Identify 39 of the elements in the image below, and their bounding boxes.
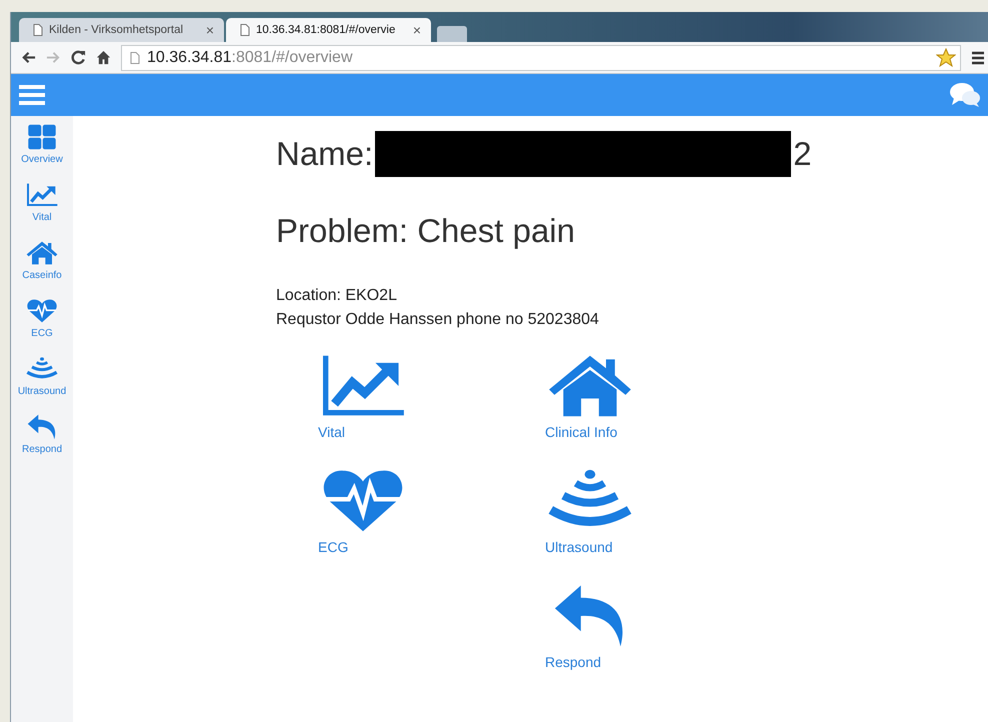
sidebar-item[interactable]: Respond bbox=[11, 414, 73, 464]
forward-arrow-icon[interactable] bbox=[46, 50, 61, 65]
page-icon bbox=[240, 24, 250, 36]
requestor-text: Requstor Odde Hanssen phone no 52023804 bbox=[276, 310, 600, 330]
menu-icon[interactable] bbox=[971, 50, 985, 64]
close-icon[interactable]: × bbox=[206, 22, 214, 38]
home-icon[interactable] bbox=[96, 50, 111, 65]
grid-icon bbox=[26, 124, 58, 150]
location-text: Location: EKO2L bbox=[276, 286, 398, 306]
heart-pulse-icon bbox=[26, 298, 58, 324]
reload-icon[interactable] bbox=[71, 50, 86, 65]
chat-bubbles-icon[interactable] bbox=[949, 82, 981, 108]
browser-tab[interactable]: Kilden - Virksomhetsportal × bbox=[19, 18, 224, 42]
name-label: Name: bbox=[276, 135, 374, 173]
sidebar-item[interactable]: ECG bbox=[11, 298, 73, 348]
tile-link[interactable]: ECG bbox=[318, 469, 408, 584]
sidebar-item[interactable]: Ultrasound bbox=[11, 356, 73, 406]
name-text: 2 bbox=[793, 135, 812, 173]
sidebar-item[interactable]: Vital bbox=[11, 182, 73, 232]
browser-tab[interactable]: 10.36.34.81:8081/#/overvie × bbox=[226, 18, 431, 42]
reply-arrow-icon bbox=[26, 414, 58, 440]
page-icon bbox=[130, 52, 140, 64]
problem-heading: Problem: Chest pain bbox=[276, 212, 576, 250]
page-icon bbox=[33, 24, 43, 36]
house-icon bbox=[26, 240, 58, 266]
back-arrow-icon[interactable] bbox=[21, 50, 36, 65]
sidebar-item[interactable]: Overview bbox=[11, 124, 73, 174]
close-icon[interactable]: × bbox=[412, 22, 421, 38]
tile-link[interactable]: Respond bbox=[545, 584, 635, 699]
tile-link[interactable]: Ultrasound bbox=[545, 469, 635, 584]
url-text: 10.36.34.81:8081/#/overview bbox=[147, 48, 354, 66]
address-field[interactable]: 10.36.34.81:8081/#/overview bbox=[121, 44, 961, 70]
tile-link[interactable]: Clinical Info bbox=[545, 354, 635, 469]
sidebar-item[interactable]: Caseinfo bbox=[11, 240, 73, 290]
star-icon[interactable] bbox=[936, 48, 956, 68]
tab-title: Kilden - Virksomhetsportal bbox=[49, 24, 184, 36]
tab-title: 10.36.34.81:8081/#/overvie bbox=[256, 24, 396, 36]
chart-icon bbox=[26, 182, 58, 208]
tile-link[interactable]: Vital bbox=[318, 354, 408, 469]
